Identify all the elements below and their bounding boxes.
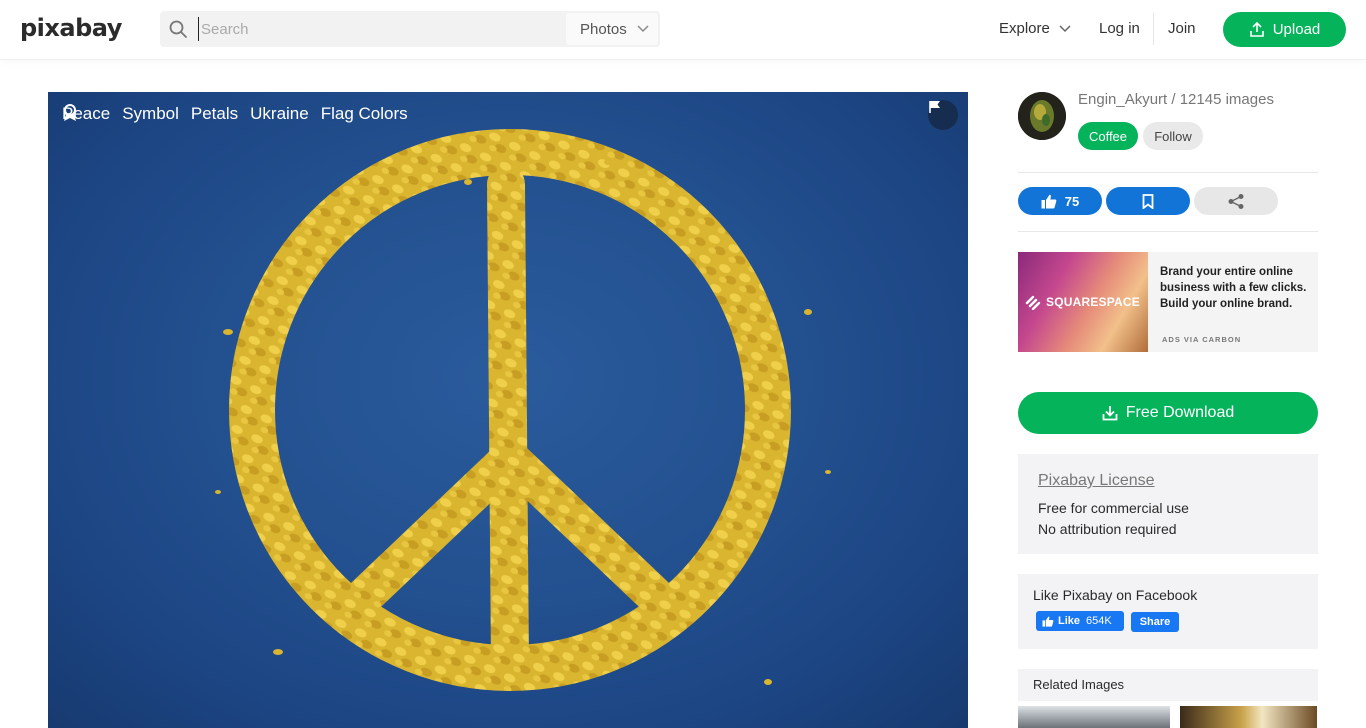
pixabay-logo[interactable]: pixabay xyxy=(20,14,122,42)
upload-icon xyxy=(1249,21,1264,37)
nav-divider xyxy=(1153,13,1154,45)
top-navigation-bar: pixabay Photos Explore Log in Join Uploa… xyxy=(0,0,1366,60)
upload-label: Upload xyxy=(1272,21,1321,38)
facebook-like-count: 654K xyxy=(1086,615,1112,627)
chevron-down-icon xyxy=(1059,24,1071,32)
author-name-and-count[interactable]: Engin_Akyurt / 12145 images xyxy=(1078,91,1274,108)
chevron-down-icon xyxy=(637,25,649,33)
author-avatar[interactable] xyxy=(1018,92,1066,140)
ad-brand-name: SQUARESPACE xyxy=(1046,295,1140,309)
like-button[interactable]: 75 xyxy=(1018,187,1102,215)
ad-text: Brand your entire online business with a… xyxy=(1160,266,1307,310)
related-images-title: Related Images xyxy=(1033,677,1125,692)
image-tags: Peace Symbol Petals Ukraine Flag Colors xyxy=(62,104,408,124)
download-icon xyxy=(1102,406,1118,421)
license-box: Pixabay License Free for commercial use … xyxy=(1018,454,1318,554)
explore-menu[interactable]: Explore xyxy=(999,20,1071,37)
report-flag-button[interactable] xyxy=(928,100,958,130)
share-button[interactable] xyxy=(1194,187,1278,215)
search-bar: Photos xyxy=(160,11,660,47)
thumbs-up-icon xyxy=(1041,194,1057,208)
login-link[interactable]: Log in xyxy=(1099,20,1140,37)
award-ribbon-icon xyxy=(64,104,76,121)
tag-symbol[interactable]: Symbol xyxy=(122,104,179,124)
upload-button[interactable]: Upload xyxy=(1223,12,1346,47)
facebook-like-label: Like xyxy=(1058,615,1081,627)
bookmark-button[interactable] xyxy=(1106,187,1190,215)
join-link[interactable]: Join xyxy=(1168,20,1196,37)
free-download-button[interactable]: Free Download xyxy=(1018,392,1318,434)
bookmark-icon xyxy=(1142,193,1154,209)
tag-flag-colors[interactable]: Flag Colors xyxy=(321,104,408,124)
related-image-thumbnail[interactable] xyxy=(1018,706,1170,728)
squarespace-logo-icon xyxy=(1025,295,1041,310)
facebook-share-button[interactable]: Share xyxy=(1131,612,1179,632)
license-link[interactable]: Pixabay License xyxy=(1038,472,1155,490)
ad-image: SQUARESPACE xyxy=(1018,252,1148,352)
related-images-header: Related Images xyxy=(1018,669,1318,701)
related-image-thumbnail[interactable] xyxy=(1180,706,1317,728)
search-icon[interactable] xyxy=(168,19,188,39)
facebook-like-button[interactable]: Like 654K xyxy=(1036,611,1124,631)
flag-icon xyxy=(929,101,940,113)
divider xyxy=(1018,172,1318,173)
media-type-dropdown[interactable]: Photos xyxy=(566,13,658,45)
follow-button[interactable]: Follow xyxy=(1143,122,1203,150)
license-line-commercial: Free for commercial use xyxy=(1038,500,1189,516)
license-line-attribution: No attribution required xyxy=(1038,521,1177,537)
like-count: 75 xyxy=(1064,193,1080,209)
tag-ukraine[interactable]: Ukraine xyxy=(250,104,309,124)
share-icon xyxy=(1228,193,1244,209)
ad-brand: SQUARESPACE xyxy=(1024,294,1140,310)
thumbs-up-icon xyxy=(1042,616,1054,627)
ad-via-label[interactable]: ADS VIA CARBON xyxy=(1162,335,1241,344)
peace-sign-petals-image xyxy=(215,129,831,691)
facebook-title: Like Pixabay on Facebook xyxy=(1033,587,1198,603)
divider xyxy=(1018,231,1318,232)
media-type-label: Photos xyxy=(580,20,627,38)
carbon-ad[interactable]: SQUARESPACE Brand your entire online bus… xyxy=(1018,252,1318,352)
explore-label: Explore xyxy=(999,20,1050,37)
download-label: Free Download xyxy=(1125,404,1235,421)
main-photo[interactable]: Peace Symbol Petals Ukraine Flag Colors xyxy=(48,92,968,728)
coffee-button[interactable]: Coffee xyxy=(1078,122,1138,150)
avatar-image xyxy=(1018,92,1066,140)
facebook-box: Like Pixabay on Facebook Like 654K Share xyxy=(1018,574,1318,649)
search-input[interactable] xyxy=(198,17,558,41)
tag-petals[interactable]: Petals xyxy=(191,104,238,124)
